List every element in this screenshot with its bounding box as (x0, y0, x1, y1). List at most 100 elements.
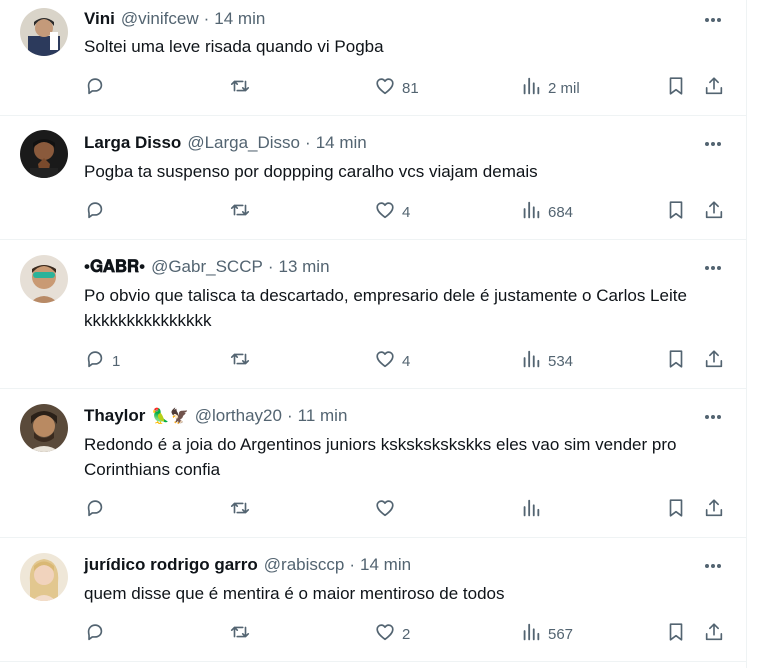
username[interactable]: @Larga_Disso (187, 133, 300, 153)
display-name[interactable]: Thaylor (84, 406, 145, 426)
avatar[interactable] (20, 553, 68, 601)
reply-icon (84, 199, 106, 225)
avatar[interactable] (20, 255, 68, 303)
bookmark-button[interactable] (665, 622, 687, 646)
like-count: 81 (402, 79, 419, 97)
tweet-text: quem disse que é mentira é o maior menti… (84, 584, 505, 603)
views-button[interactable]: 534 (520, 349, 573, 373)
more-horizontal-icon[interactable] (701, 134, 725, 154)
bookmark-button[interactable] (665, 200, 687, 224)
username[interactable]: @Gabr_SCCP (151, 257, 263, 277)
like-button[interactable]: 2 (374, 622, 410, 646)
tweet[interactable]: •𝐆𝐀𝐁𝐑• @Gabr_SCCP · 13 min Po obvio que … (0, 240, 747, 389)
views-count: 684 (548, 203, 574, 221)
bookmark-icon (665, 75, 687, 101)
retweet-icon (229, 199, 251, 225)
display-name[interactable]: Larga Disso (84, 133, 181, 153)
reply-button[interactable] (84, 498, 112, 522)
views-button[interactable]: 2 mil (520, 76, 580, 100)
retweet-icon (229, 497, 251, 523)
avatar[interactable] (20, 8, 68, 56)
action-bar (84, 498, 734, 522)
separator: · (349, 555, 356, 574)
bookmark-icon (665, 497, 687, 523)
share-button[interactable] (703, 76, 725, 100)
retweet-icon (229, 348, 251, 374)
like-icon (374, 348, 396, 374)
tweet-header: Larga Disso @Larga_Disso · 14 min (84, 132, 367, 154)
like-count: 2 (402, 625, 411, 643)
like-button[interactable]: 81 (374, 76, 419, 100)
like-icon (374, 75, 396, 101)
retweet-button[interactable] (229, 76, 257, 100)
views-button[interactable] (520, 498, 548, 522)
tweet-text: Pogba ta suspenso por doppping caralho v… (84, 162, 538, 181)
tweet[interactable]: Vini @vinifcew · 14 min Soltei uma leve … (0, 0, 747, 116)
separator: · (305, 133, 311, 152)
share-button[interactable] (703, 622, 725, 646)
separator: · (203, 9, 210, 28)
reply-button[interactable] (84, 622, 112, 646)
action-bar: 81 2 mil (84, 76, 734, 100)
views-icon (520, 621, 542, 647)
bookmark-button[interactable] (665, 498, 687, 522)
like-icon (374, 199, 396, 225)
more-horizontal-icon[interactable] (701, 407, 725, 427)
views-icon (520, 199, 542, 225)
like-icon (374, 497, 396, 523)
retweet-button[interactable] (229, 498, 257, 522)
views-button[interactable]: 567 (520, 622, 573, 646)
display-name[interactable]: Vini (84, 9, 115, 29)
retweet-icon (229, 621, 251, 647)
views-button[interactable]: 684 (520, 200, 573, 224)
avatar[interactable] (20, 404, 68, 452)
username[interactable]: @lorthay20 (195, 406, 282, 426)
action-bar: 1 4 534 (84, 349, 734, 373)
tweet[interactable]: jurídico rodrigo garro @rabisccp · 14 mi… (0, 538, 747, 662)
bookmark-icon (665, 199, 687, 225)
name-emoji: 🦜🦅 (151, 408, 189, 425)
like-button[interactable]: 4 (374, 200, 410, 224)
username[interactable]: @rabisccp (264, 555, 345, 575)
username[interactable]: @vinifcew (121, 9, 199, 29)
tweet[interactable]: Larga Disso @Larga_Disso · 14 min Pogba … (0, 116, 747, 240)
reply-feed: Vini @vinifcew · 14 min Soltei uma leve … (0, 0, 747, 668)
retweet-button[interactable] (229, 622, 257, 646)
more-horizontal-icon[interactable] (701, 258, 725, 278)
like-button[interactable]: 4 (374, 349, 410, 373)
bookmark-button[interactable] (665, 349, 687, 373)
share-icon (703, 348, 725, 374)
timestamp[interactable]: 14 min (316, 133, 367, 153)
tweet-text: Soltei uma leve risada quando vi Pogba (84, 37, 384, 56)
timestamp[interactable]: 14 min (360, 555, 411, 575)
share-button[interactable] (703, 498, 725, 522)
tweet[interactable]: Thaylor 🦜🦅 @lorthay20 · 11 min Redondo é… (0, 389, 747, 538)
like-count: 4 (402, 203, 411, 221)
share-button[interactable] (703, 200, 725, 224)
avatar[interactable] (20, 130, 68, 178)
tweet-header: Thaylor 🦜🦅 @lorthay20 · 11 min (84, 405, 347, 427)
timestamp[interactable]: 14 min (214, 9, 265, 29)
reply-count: 1 (112, 352, 121, 370)
more-horizontal-icon[interactable] (701, 556, 725, 576)
like-button[interactable] (374, 498, 402, 522)
views-count: 534 (548, 352, 574, 370)
retweet-button[interactable] (229, 349, 257, 373)
bookmark-button[interactable] (665, 76, 687, 100)
retweet-button[interactable] (229, 200, 257, 224)
display-name[interactable]: •𝐆𝐀𝐁𝐑• (84, 257, 145, 277)
timestamp[interactable]: 11 min (298, 406, 348, 426)
display-name[interactable]: jurídico rodrigo garro (84, 555, 258, 575)
tweet-header: Vini @vinifcew · 14 min (84, 8, 265, 30)
reply-button[interactable] (84, 200, 112, 224)
reply-icon (84, 621, 106, 647)
more-horizontal-icon[interactable] (701, 10, 725, 30)
reply-icon (84, 75, 106, 101)
timestamp[interactable]: 13 min (279, 257, 330, 277)
action-bar: 2 567 (84, 622, 734, 646)
share-button[interactable] (703, 349, 725, 373)
share-icon (703, 199, 725, 225)
reply-button[interactable] (84, 76, 112, 100)
bookmark-icon (665, 348, 687, 374)
reply-button[interactable]: 1 (84, 349, 120, 373)
